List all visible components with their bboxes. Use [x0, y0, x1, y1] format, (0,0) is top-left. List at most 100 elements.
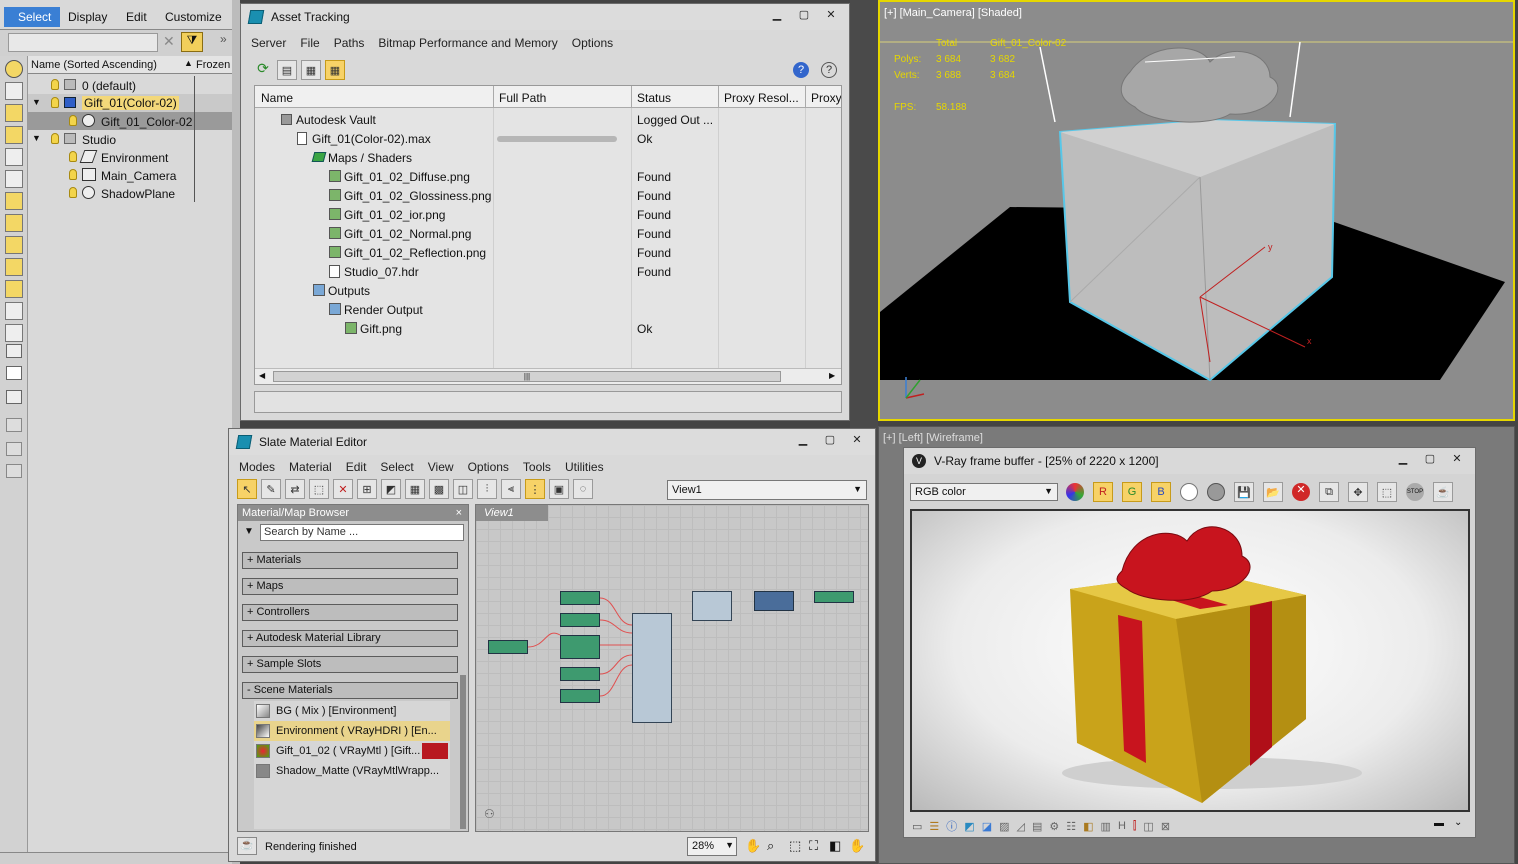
vfb-compare-icon[interactable]: ⫿ — [1133, 820, 1137, 833]
tool-bones-icon[interactable] — [5, 258, 23, 276]
follow-mouse-icon[interactable]: ✥ — [1348, 482, 1368, 502]
asset-row-hdr[interactable]: Studio_07.hdr Found — [255, 262, 841, 281]
menu-select[interactable]: Select — [4, 7, 60, 27]
asset-row-maxfile[interactable]: Gift_01(Color-02).max Ok — [255, 129, 841, 148]
scene-row-studio-layer[interactable]: ▼ Studio — [28, 130, 232, 148]
pan-to-selected-icon[interactable]: ✋ — [849, 838, 865, 854]
vfb-ocio-icon[interactable]: ▥ — [1101, 820, 1111, 833]
maximize-button[interactable]: ▢ — [792, 8, 816, 24]
show-background-icon[interactable]: ▦ — [405, 479, 425, 499]
channel-select[interactable]: RGB color ▼ — [910, 483, 1058, 501]
camera-viewport[interactable]: y x [+] [Main_Camera] [Shaded] Total Gif… — [878, 0, 1515, 421]
vfb-ab-icon[interactable]: ⊠ — [1161, 820, 1170, 833]
move-children-icon[interactable]: ⊞ — [357, 479, 377, 499]
asset-row-maps[interactable]: Maps / Shaders — [255, 148, 841, 167]
section-scene-materials[interactable]: - Scene Materials — [242, 682, 458, 699]
region-render-icon[interactable]: ⬚ — [1377, 482, 1397, 502]
zoom-region-icon[interactable]: ⬚ — [789, 838, 801, 854]
section-materials[interactable]: + Materials — [242, 552, 458, 569]
list-view-icon[interactable]: ▤ — [277, 60, 297, 80]
menu-edit[interactable]: Edit — [346, 460, 367, 474]
green-channel-icon[interactable]: G — [1122, 482, 1142, 502]
tool-shapes-icon[interactable] — [5, 104, 23, 122]
table-view-icon[interactable]: ▦ — [325, 60, 345, 80]
clear-search-icon[interactable]: ✕ — [163, 33, 175, 50]
section-autodesk-library[interactable]: + Autodesk Material Library — [242, 630, 458, 647]
tool-filter4-icon[interactable] — [6, 464, 22, 478]
help-icon[interactable]: ? — [821, 62, 837, 78]
tool-list-icon[interactable] — [6, 344, 22, 358]
minimize-button[interactable]: ▁ — [765, 8, 789, 24]
pan-icon[interactable]: ✋ — [745, 838, 761, 854]
checker-icon[interactable]: ▩ — [429, 479, 449, 499]
col-name-header[interactable]: Name (Sorted Ascending) — [31, 59, 157, 71]
scene-material-item[interactable]: Environment ( VRayHDRI ) [En... — [254, 721, 450, 741]
tool-xrefs-icon[interactable] — [5, 236, 23, 254]
open-image-icon[interactable]: 📂 — [1263, 482, 1283, 502]
vfb-pick-icon[interactable]: ☷ — [1066, 820, 1076, 833]
menu-bitmap-performance[interactable]: Bitmap Performance and Memory — [378, 36, 557, 50]
collapse-arrow-icon[interactable]: ▼ — [32, 97, 41, 107]
maximize-button[interactable]: ▢ — [818, 433, 842, 449]
tool-helpers-icon[interactable] — [5, 170, 23, 188]
col-frozen-header[interactable]: Frozen — [196, 59, 230, 71]
alpha-white-icon[interactable] — [1180, 483, 1198, 501]
visibility-bulb-icon[interactable] — [51, 133, 59, 144]
vfb-expand-icon[interactable]: ⌄ — [1454, 817, 1462, 828]
tool-sel-all-icon[interactable] — [6, 366, 22, 380]
close-button[interactable]: ✕ — [845, 433, 869, 449]
asset-row-diffuse[interactable]: Gift_01_02_Diffuse.png Found — [255, 167, 841, 186]
delete-icon[interactable]: ✕ — [333, 479, 353, 499]
viewport-label[interactable]: [+] [Left] [Wireframe] — [883, 432, 983, 444]
refresh-icon[interactable]: ⟳ — [253, 60, 273, 80]
visibility-bulb-icon[interactable] — [69, 169, 77, 180]
visibility-bulb-icon[interactable] — [51, 97, 59, 108]
vfb-pin-icon[interactable]: ▬ — [1434, 818, 1444, 829]
scene-material-item[interactable]: Gift_01_02 ( VRayMtl ) [Gift... — [254, 741, 450, 761]
vault-help-icon[interactable]: ? — [793, 62, 809, 78]
tool-hidden-icon[interactable] — [5, 324, 23, 342]
asset-row-render-output[interactable]: Render Output — [255, 300, 841, 319]
browser-search-input[interactable]: Search by Name ... — [260, 524, 464, 541]
menu-customize[interactable]: Customize — [165, 10, 222, 24]
vfb-titlebar[interactable]: V V-Ray frame buffer - [25% of 2220 x 12… — [904, 448, 1475, 474]
zoom-icon[interactable]: ⌕ — [767, 838, 774, 854]
horizontal-scrollbar[interactable]: ◀ ||| ▶ — [255, 368, 841, 384]
menu-server[interactable]: Server — [251, 36, 286, 50]
node-icon[interactable]: ⋮ — [525, 479, 545, 499]
minimize-button[interactable]: ▁ — [791, 433, 815, 449]
asset-row-reflection[interactable]: Gift_01_02_Reflection.png Found — [255, 243, 841, 262]
menu-select[interactable]: Select — [380, 460, 413, 474]
col-proxy[interactable]: Proxy — [811, 91, 841, 105]
browser-options-icon[interactable]: ▼ — [244, 526, 254, 537]
tool-spacewarps-icon[interactable] — [5, 192, 23, 210]
vfb-settings-icon[interactable]: ⚙ — [1049, 820, 1059, 833]
scene-row-gift-layer[interactable]: ▼ Gift_01(Color-02) — [28, 94, 232, 112]
scene-row-environment[interactable]: Environment — [28, 148, 232, 166]
asset-row-normal[interactable]: Gift_01_02_Normal.png Found — [255, 224, 841, 243]
section-maps[interactable]: + Maps — [242, 578, 458, 595]
col-name[interactable]: Name — [261, 91, 293, 105]
menu-options[interactable]: Options — [572, 36, 613, 50]
tool-display-none-icon[interactable] — [5, 60, 23, 78]
scene-material-item[interactable]: BG ( Mix ) [Environment] — [254, 701, 450, 721]
col-status[interactable]: Status — [637, 91, 671, 105]
tool-groups-icon[interactable] — [5, 214, 23, 232]
menu-modes[interactable]: Modes — [239, 460, 275, 474]
browser-scrollbar[interactable] — [460, 675, 466, 829]
scene-row-gift-object[interactable]: Gift_01_Color-02 — [28, 112, 232, 130]
layout-all-icon[interactable]: ◫ — [453, 479, 473, 499]
rgb-channels-icon[interactable] — [1066, 483, 1084, 501]
asset-row-gift-png[interactable]: Gift.png Ok — [255, 319, 841, 338]
tool-containers-icon[interactable] — [5, 280, 23, 298]
scene-row-camera[interactable]: Main_Camera — [28, 166, 232, 184]
menu-material[interactable]: Material — [289, 460, 332, 474]
close-button[interactable]: ✕ — [1445, 452, 1469, 468]
vfb-split-icon[interactable]: ◫ — [1143, 820, 1153, 833]
asset-row-glossiness[interactable]: Gift_01_02_Glossiness.png Found — [255, 186, 841, 205]
scene-row-default-layer[interactable]: 0 (default) — [28, 76, 232, 94]
vfb-h-icon[interactable]: H — [1118, 820, 1126, 832]
tool-filter2-icon[interactable] — [6, 418, 22, 432]
slate-titlebar[interactable]: Slate Material Editor ▁ ▢ ✕ — [229, 429, 875, 455]
close-button[interactable]: ✕ — [819, 8, 843, 24]
